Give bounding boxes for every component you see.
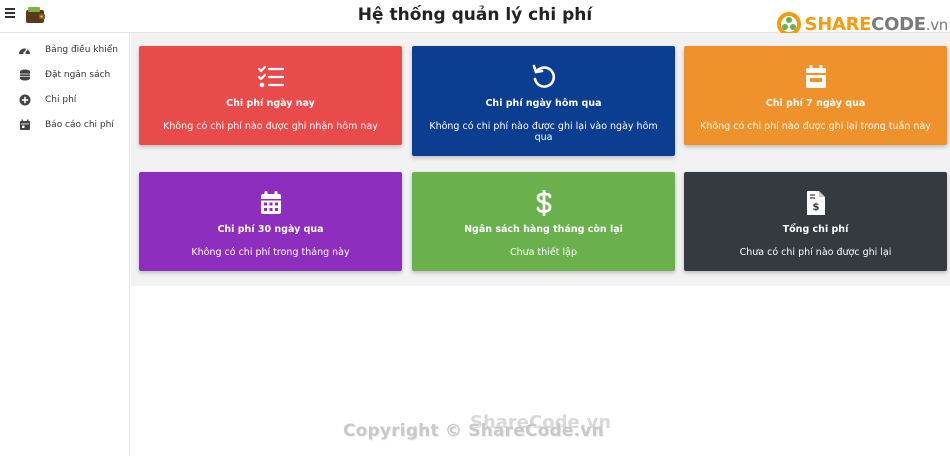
brand-vn: .vn bbox=[925, 15, 949, 34]
card-description: Không có chi phí nào được ghi lại vào ng… bbox=[429, 121, 658, 143]
undo-icon bbox=[412, 63, 675, 91]
card-yesterday-expense[interactable]: Chi phí ngày hôm qua Không có chi phí nà… bbox=[412, 46, 675, 156]
sidebar-item-label: Báo cáo chi phí bbox=[45, 119, 114, 130]
sharecode-brand-text: SHARECODE.vn bbox=[804, 13, 949, 35]
dashboard-icon bbox=[18, 43, 31, 56]
card-title: Chi phí 7 ngày qua bbox=[765, 98, 866, 109]
dollar-icon bbox=[412, 189, 675, 217]
card-title: Chi phí 30 ngày qua bbox=[217, 224, 324, 235]
card-30-days-expense[interactable]: Chi phí 30 ngày qua Không có chi phí tro… bbox=[139, 172, 402, 271]
plus-circle-icon bbox=[18, 93, 31, 106]
top-bar: Hệ thống quản lý chi phí SHARECODE.vn bbox=[0, 0, 950, 36]
card-7-days-expense[interactable]: Chi phí 7 ngày qua Không có chi phí nào … bbox=[684, 46, 947, 145]
card-description: Không có chi phí nào được ghi nhận hôm n… bbox=[163, 121, 378, 132]
card-total-expense[interactable]: $ Tổng chi phí Chưa có chi phí nào được … bbox=[684, 172, 947, 271]
card-monthly-budget[interactable]: Ngân sách hàng tháng còn lại Chưa thiết … bbox=[412, 172, 675, 271]
sidebar: Bảng điều khiển Đặt ngân sách Chi phí Bá… bbox=[0, 33, 130, 456]
calendar-report-icon bbox=[18, 118, 31, 131]
sidebar-item-label: Bảng điều khiển bbox=[45, 44, 118, 55]
brand-share: SHARE bbox=[804, 13, 872, 35]
svg-text:$: $ bbox=[812, 202, 819, 213]
card-description: Chưa có chi phí nào được ghi lại bbox=[739, 247, 892, 258]
card-description: Không có chi phí nào được ghi lại trong … bbox=[700, 121, 931, 132]
sidebar-item-budget[interactable]: Đặt ngân sách bbox=[0, 62, 129, 87]
card-title: Chi phí ngày hôm qua bbox=[485, 98, 602, 109]
sidebar-item-label: Đặt ngân sách bbox=[45, 69, 111, 80]
coins-icon bbox=[18, 68, 31, 81]
dashboard-main: Chi phí ngày nay Không có chi phí nào đư… bbox=[131, 33, 950, 286]
calendar-week-icon bbox=[684, 63, 947, 91]
card-title: Ngân sách hàng tháng còn lại bbox=[464, 224, 623, 235]
copyright-watermark: Copyright © ShareCode.vn bbox=[343, 421, 604, 441]
calendar-month-icon bbox=[139, 189, 402, 217]
sidebar-item-label: Chi phí bbox=[45, 94, 77, 105]
sidebar-item-dashboard[interactable]: Bảng điều khiển bbox=[0, 37, 129, 62]
sidebar-item-expense[interactable]: Chi phí bbox=[0, 87, 129, 112]
sidebar-item-report[interactable]: Báo cáo chi phí bbox=[0, 112, 129, 137]
invoice-icon: $ bbox=[684, 189, 947, 217]
checklist-icon bbox=[139, 63, 402, 91]
card-description: Chưa thiết lập bbox=[510, 247, 577, 258]
card-today-expense[interactable]: Chi phí ngày nay Không có chi phí nào đư… bbox=[139, 46, 402, 145]
brand-code: CODE bbox=[871, 13, 926, 35]
card-title: Chi phí ngày nay bbox=[226, 98, 315, 109]
card-description: Không có chi phí trong tháng này bbox=[191, 247, 350, 258]
card-title: Tổng chi phí bbox=[782, 224, 849, 235]
